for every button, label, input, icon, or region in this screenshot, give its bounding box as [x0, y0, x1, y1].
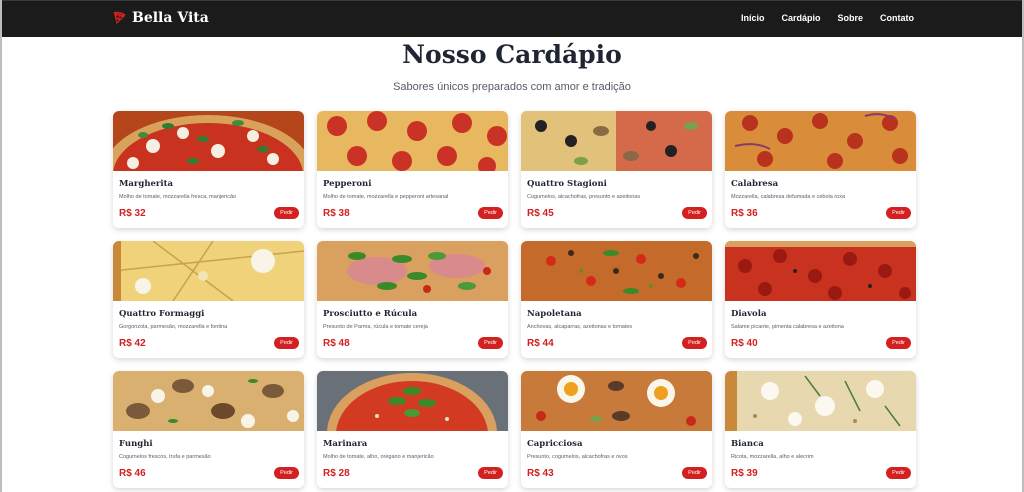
card-description: Mozzarella, calabresa defumada e cebola … — [731, 194, 846, 200]
page-subtitle: Sabores únicos preparados com amor e tra… — [393, 81, 631, 93]
card-description: Gorgonzola, parmesão, mozzarella e fonti… — [119, 324, 228, 330]
navbar: Bella Vita Início Cardápio Sobre Contato — [2, 0, 1022, 37]
brand-name: Bella Vita — [132, 10, 209, 26]
menu-card: Diavola Salame picante, pimenta calabres… — [725, 241, 916, 358]
pizza-marinara-image — [317, 371, 508, 431]
menu-card: Quattro Stagioni Cogumelos, alcachofras,… — [521, 111, 712, 228]
nav-links: Início Cardápio Sobre Contato — [741, 13, 914, 23]
order-button[interactable]: Pedir — [682, 467, 707, 479]
order-button[interactable]: Pedir — [274, 337, 299, 349]
nav-link-inicio[interactable]: Início — [741, 13, 765, 23]
order-button[interactable]: Pedir — [886, 467, 911, 479]
card-price: R$ 40 — [731, 338, 758, 349]
pizza-funghi-image — [113, 371, 304, 431]
card-title: Pepperoni — [323, 179, 372, 189]
card-title: Funghi — [119, 439, 153, 449]
card-title: Calabresa — [731, 179, 779, 189]
card-title: Marinara — [323, 439, 368, 449]
card-price: R$ 38 — [323, 208, 350, 219]
pizza-slice-icon — [113, 11, 126, 24]
card-price: R$ 46 — [119, 468, 146, 479]
order-button[interactable]: Pedir — [682, 207, 707, 219]
menu-card: Margherita Molho de tomate, mozzarella f… — [113, 111, 304, 228]
order-button[interactable]: Pedir — [274, 467, 299, 479]
card-title: Diavola — [731, 309, 767, 319]
card-title: Bianca — [731, 439, 764, 449]
nav-link-cardapio[interactable]: Cardápio — [781, 13, 820, 23]
page-title: Nosso Cardápio — [402, 40, 622, 69]
pizza-bianca-image — [725, 371, 916, 431]
card-description: Ricota, mozzarella, alho e alecrim — [731, 454, 814, 460]
menu-card: Bianca Ricota, mozzarella, alho e alecri… — [725, 371, 916, 488]
menu-card: Marinara Molho de tomate, alho, orégano … — [317, 371, 508, 488]
menu-card: Napoletana Anchovas, alcaparras, azeiton… — [521, 241, 712, 358]
window-frame-left — [0, 0, 2, 492]
card-description: Molho de tomate, mozzarella fresca, manj… — [119, 194, 237, 200]
card-title: Quattro Stagioni — [527, 179, 607, 189]
menu-card: Calabresa Mozzarella, calabresa defumada… — [725, 111, 916, 228]
card-description: Presunto, cogumelos, alcachofras e ovos — [527, 454, 628, 460]
card-price: R$ 42 — [119, 338, 146, 349]
order-button[interactable]: Pedir — [478, 207, 503, 219]
order-button[interactable]: Pedir — [274, 207, 299, 219]
menu-grid: Margherita Molho de tomate, mozzarella f… — [113, 111, 916, 488]
menu-card: Prosciutto e Rúcula Presunto de Parma, r… — [317, 241, 508, 358]
menu-card: Funghi Cogumelos frescos, trufa e parmes… — [113, 371, 304, 488]
pizza-napoletana-image — [521, 241, 712, 301]
pizza-capricciosa-image — [521, 371, 712, 431]
card-price: R$ 48 — [323, 338, 350, 349]
card-price: R$ 28 — [323, 468, 350, 479]
pizza-calabresa-image — [725, 111, 916, 171]
pizza-pepperoni-image — [317, 111, 508, 171]
card-price: R$ 44 — [527, 338, 554, 349]
pizza-quattro-formaggi-image — [113, 241, 304, 301]
card-description: Presunto de Parma, rúcula e tomate cerej… — [323, 324, 428, 330]
card-price: R$ 32 — [119, 208, 146, 219]
order-button[interactable]: Pedir — [478, 467, 503, 479]
card-description: Salame picante, pimenta calabresa e azei… — [731, 324, 844, 330]
order-button[interactable]: Pedir — [682, 337, 707, 349]
card-title: Capricciosa — [527, 439, 583, 449]
card-description: Cogumelos frescos, trufa e parmesão — [119, 454, 211, 460]
card-price: R$ 36 — [731, 208, 758, 219]
card-price: R$ 39 — [731, 468, 758, 479]
card-description: Anchovas, alcaparras, azeitonas e tomate… — [527, 324, 633, 330]
menu-card: Capricciosa Presunto, cogumelos, alcacho… — [521, 371, 712, 488]
pizza-diavola-image — [725, 241, 916, 301]
card-price: R$ 45 — [527, 208, 554, 219]
nav-link-contato[interactable]: Contato — [880, 13, 914, 23]
brand[interactable]: Bella Vita — [112, 10, 209, 26]
card-description: Molho de tomate, mozzarella e pepperoni … — [323, 194, 449, 200]
menu-card: Quattro Formaggi Gorgonzola, parmesão, m… — [113, 241, 304, 358]
order-button[interactable]: Pedir — [886, 207, 911, 219]
card-price: R$ 43 — [527, 468, 554, 479]
order-button[interactable]: Pedir — [886, 337, 911, 349]
card-title: Napoletana — [527, 309, 582, 319]
card-title: Prosciutto e Rúcula — [323, 309, 418, 319]
order-button[interactable]: Pedir — [478, 337, 503, 349]
card-title: Margherita — [119, 179, 174, 189]
card-description: Cogumelos, alcachofras, presunto e azeit… — [527, 194, 641, 200]
card-title: Quattro Formaggi — [119, 309, 205, 319]
pizza-margherita-image — [113, 111, 304, 171]
menu-card: Pepperoni Molho de tomate, mozzarella e … — [317, 111, 508, 228]
pizza-quattro-stagioni-image — [521, 111, 712, 171]
card-description: Molho de tomate, alho, orégano e manjeri… — [323, 454, 434, 460]
nav-link-sobre[interactable]: Sobre — [837, 13, 863, 23]
pizza-prosciutto-rucula-image — [317, 241, 508, 301]
